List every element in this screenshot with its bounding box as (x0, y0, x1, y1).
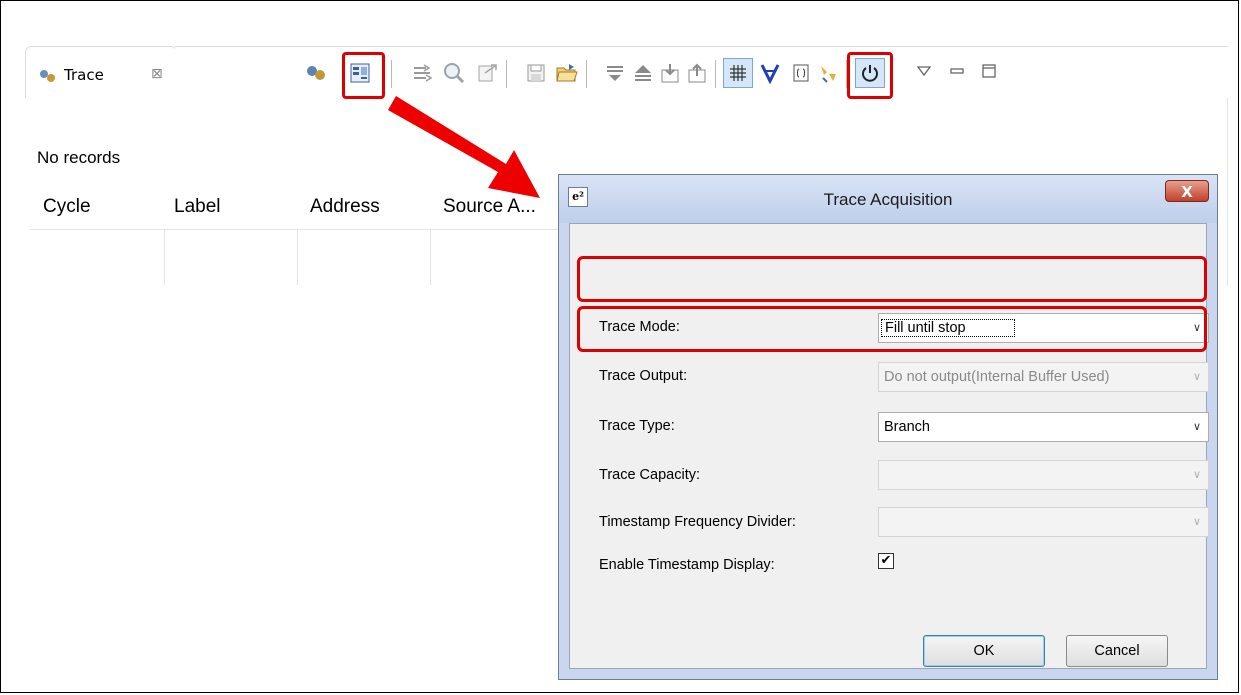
close-button[interactable]: X (1165, 180, 1209, 202)
column-header-cycle[interactable]: Cycle (43, 196, 91, 218)
chevron-down-icon: ∨ (1192, 469, 1201, 481)
trace-tab-icon (40, 70, 55, 82)
trace-capacity-label: Trace Capacity: (599, 467, 700, 483)
view-menu-icon[interactable] (911, 58, 937, 84)
close-tab-icon[interactable]: ⊠ (151, 66, 163, 82)
enable-timestamp-checkbox[interactable]: ✔ (878, 553, 894, 569)
step-icon[interactable] (409, 60, 435, 86)
dialog-title: Trace Acquisition (823, 190, 953, 209)
trace-type-value: Branch (884, 419, 930, 435)
toolbar-separator (391, 60, 392, 88)
open-folder-icon[interactable] (554, 60, 580, 86)
cancel-button[interactable]: Cancel (1066, 635, 1168, 667)
trace-capacity-select[interactable]: ∨ (878, 460, 1209, 490)
chevron-down-icon: ∨ (1192, 516, 1201, 528)
trace-acquisition-dialog: e² Trace Acquisition X Trace Mode: Fill … (558, 174, 1218, 680)
timestamp-divider-select[interactable]: ∨ (878, 507, 1209, 537)
ok-button[interactable]: OK (923, 635, 1045, 667)
callout-arrow (388, 96, 540, 198)
filter-icon[interactable] (602, 60, 628, 86)
timestamp-divider-label: Timestamp Frequency Divider: (599, 514, 796, 530)
tab-trace[interactable]: Trace ⊠ (25, 46, 177, 98)
tab-label: Trace (64, 66, 104, 84)
minimize-icon[interactable] (944, 58, 970, 84)
dialog-titlebar[interactable]: e² Trace Acquisition X (559, 175, 1217, 223)
settings-highlight (342, 52, 385, 99)
save-icon[interactable] (523, 60, 549, 86)
toolbar-separator (586, 60, 587, 88)
column-divider (164, 230, 165, 285)
trace-output-select[interactable]: Do not output(Internal Buffer Used) ∨ (878, 362, 1209, 392)
highlight-icon[interactable] (815, 60, 841, 86)
trace-output-label: Trace Output: (599, 368, 688, 384)
chevron-down-icon: ∨ (1192, 371, 1201, 383)
trace-type-select[interactable]: Branch ∨ (878, 412, 1209, 442)
toolbar-separator (715, 60, 716, 88)
column-header-address[interactable]: Address (310, 196, 380, 218)
trace-output-highlight (577, 306, 1207, 352)
find-icon[interactable] (441, 60, 467, 86)
trace-output-value: Do not output(Internal Buffer Used) (884, 369, 1110, 385)
column-divider (430, 230, 431, 285)
header-divider (30, 229, 560, 230)
enable-timestamp-label: Enable Timestamp Display: (599, 557, 775, 573)
v-marker-icon[interactable] (757, 60, 783, 86)
column-divider (297, 230, 298, 285)
collapse-icon[interactable] (630, 60, 656, 86)
import-icon[interactable] (657, 60, 683, 86)
export-icon[interactable] (474, 60, 500, 86)
trace-mode-highlight (577, 256, 1207, 302)
trace-type-label: Trace Type: (599, 418, 675, 434)
grid-icon[interactable] (723, 58, 753, 88)
maximize-icon[interactable] (976, 58, 1002, 84)
column-header-label[interactable]: Label (174, 196, 221, 218)
power-highlight (847, 52, 893, 99)
export-up-icon[interactable] (684, 60, 710, 86)
clear-icon[interactable] (788, 60, 814, 86)
toolbar-separator (506, 60, 507, 88)
chevron-down-icon: ∨ (1192, 421, 1201, 433)
connect-icon[interactable] (303, 60, 329, 86)
status-text: No records (37, 148, 121, 167)
